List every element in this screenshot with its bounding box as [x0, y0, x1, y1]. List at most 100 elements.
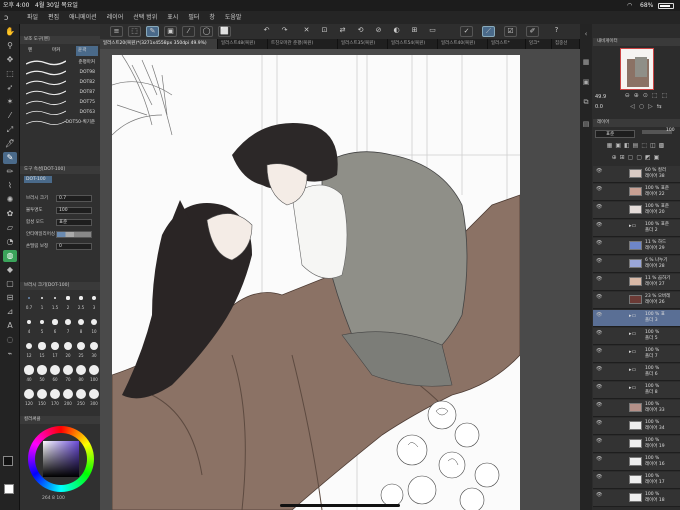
subtool-tab[interactable]: 마커	[52, 46, 74, 56]
rotation-value[interactable]: 0.0	[595, 104, 603, 110]
visibility-icon[interactable]: 👁	[596, 456, 602, 462]
material-icon[interactable]: ▦	[580, 56, 592, 68]
stroke-icon[interactable]: ⟋	[482, 26, 495, 37]
ruler-tool-icon[interactable]: ⊿	[3, 306, 17, 318]
layer-row[interactable]: 👁 ▸▭ 100 % 폴더 5	[593, 328, 680, 345]
visibility-icon[interactable]: 👁	[596, 330, 602, 336]
layer-row[interactable]: 👁 ▸▭ 100 % 폴더 7	[593, 346, 680, 363]
navigator-icon[interactable]: ▣	[580, 76, 592, 88]
brush-item[interactable]: DOT98	[22, 68, 98, 77]
checkmark-icon[interactable]: ✓	[460, 26, 473, 37]
visibility-icon[interactable]: 👁	[596, 492, 602, 498]
brush-item[interactable]: DOT50-획기준	[22, 118, 98, 127]
menu-item[interactable]: 편집	[48, 14, 59, 21]
tab-document[interactable]: 잉크*	[526, 39, 552, 49]
brush-size-dot[interactable]	[24, 389, 34, 399]
menu-item[interactable]: 창	[209, 14, 215, 21]
layer-row[interactable]: 👁 60 % 컬러 레이어 38	[593, 166, 680, 183]
visibility-icon[interactable]: 👁	[596, 258, 602, 264]
property-value[interactable]: 100	[56, 207, 92, 214]
brush-size-dot[interactable]	[89, 365, 99, 375]
layer-row[interactable]: 👁 100 % 표준 레이어 22	[593, 184, 680, 201]
subtool-tab[interactable]: 펜	[28, 46, 50, 56]
visibility-icon[interactable]: 👁	[596, 384, 602, 390]
brush-size-dot[interactable]	[26, 319, 32, 325]
layer-row[interactable]: 👁 11 % 하드 레이어 29	[593, 238, 680, 255]
airbrush-icon[interactable]: ✺	[3, 194, 17, 206]
menu-item[interactable]: 애니메이션	[69, 14, 97, 21]
brush-size-dot[interactable]	[24, 365, 34, 375]
balloon-icon[interactable]: ◌	[3, 334, 17, 346]
lasso-icon[interactable]: ◯	[200, 26, 213, 37]
gradient-icon[interactable]: ◆	[3, 264, 17, 276]
visibility-icon[interactable]: 👁	[596, 402, 602, 408]
brush-size-dot[interactable]	[25, 342, 33, 350]
brush-size-dot[interactable]	[52, 319, 58, 325]
pen-icon[interactable]: ✎	[3, 152, 17, 164]
brush-item[interactable]: DOT87	[22, 88, 98, 97]
tab-document[interactable]: 트친오마관 준평(복원)	[268, 39, 338, 49]
visibility-icon[interactable]: 👁	[596, 186, 602, 192]
brush-item[interactable]: 준평마커	[22, 58, 98, 67]
blend-icon[interactable]: ◔	[3, 236, 17, 248]
deselect-icon[interactable]: ⊘	[372, 26, 385, 37]
color-wheel[interactable]	[28, 426, 94, 492]
brush-size-dot[interactable]	[66, 296, 70, 300]
layer-row[interactable]: 👁 ▸▭ 100 % 폴더 8	[593, 382, 680, 399]
layer-row[interactable]: 👁 100 % 레이어 34	[593, 418, 680, 435]
canvas-area[interactable]	[100, 49, 580, 510]
main-color-swatch[interactable]	[3, 456, 13, 466]
brush-size-dot[interactable]	[53, 296, 57, 300]
figure-icon[interactable]: ▢	[3, 278, 17, 290]
visibility-icon[interactable]: 👁	[596, 312, 602, 318]
visibility-icon[interactable]: 👁	[596, 348, 602, 354]
move-icon[interactable]: ✥	[3, 54, 17, 66]
tab-document[interactable]: 일러스트48(복원)	[218, 39, 268, 49]
brush-size-dot[interactable]	[78, 319, 84, 325]
visibility-icon[interactable]: 👁	[596, 240, 602, 246]
property-value[interactable]: 0	[56, 243, 92, 250]
pencil-icon[interactable]: ✏	[3, 166, 17, 178]
brush-size-dot[interactable]	[65, 319, 71, 325]
layer-row[interactable]: 👁 ▸▭ 100 % 폴더 6	[593, 364, 680, 381]
eyedropper-icon[interactable]: ⁄	[182, 26, 195, 37]
tab-document[interactable]: 일러스트35(복원)	[338, 39, 388, 49]
visibility-icon[interactable]: 👁	[596, 294, 602, 300]
rotate-controls[interactable]: ◁○▷⇆	[618, 103, 678, 110]
menu-item[interactable]: 도움말	[225, 14, 242, 21]
layer-row[interactable]: 👁 23 % 오버레 레이어 26	[593, 292, 680, 309]
brush-size-dot[interactable]	[92, 296, 96, 300]
checkbox-icon[interactable]: ☑	[504, 26, 517, 37]
visibility-icon[interactable]: 👁	[596, 474, 602, 480]
fill-icon[interactable]: ▣	[164, 26, 177, 37]
magic-wand-icon[interactable]: ✶	[3, 96, 17, 108]
clear-icon[interactable]: ✕	[300, 26, 313, 37]
select-icon[interactable]: ⬜	[218, 26, 231, 37]
brush-size-dot[interactable]	[89, 341, 99, 351]
eyedrop-icon[interactable]: 🖊	[3, 138, 17, 150]
frame-icon[interactable]: ⊟	[3, 292, 17, 304]
rotate-icon[interactable]: ⟲	[354, 26, 367, 37]
brush-size-dot[interactable]	[50, 365, 60, 375]
tab-document[interactable]: 일러스트20(복원)*(3271x4558px 350dpi 49.9%)	[100, 39, 218, 49]
layer-row[interactable]: 👁 100 % 레이어 19	[593, 436, 680, 453]
layer-toolbar[interactable]: ▦▣◧▤⬚◫▩	[594, 142, 680, 149]
zoom-controls[interactable]: ⊖⊕⊙⬚⬚	[618, 92, 678, 99]
brush-size-dot[interactable]	[64, 342, 72, 350]
app-logo-icon[interactable]: ↄ	[4, 11, 8, 24]
subtool-tab[interactable]: 윤곽	[76, 46, 98, 56]
correct-line-icon[interactable]: ⌁	[3, 348, 17, 360]
menu-item[interactable]: 선택 범위	[133, 14, 157, 21]
tab-document[interactable]: 집중선	[552, 39, 580, 49]
brush-size-dot[interactable]	[40, 296, 44, 300]
blend-mode-select[interactable]: 표준	[595, 130, 635, 138]
brush-size-dot[interactable]	[63, 389, 73, 399]
undo-icon[interactable]: ↶	[260, 26, 273, 37]
redo-icon[interactable]: ↷	[278, 26, 291, 37]
visibility-icon[interactable]: 👁	[596, 204, 602, 210]
brush-size-dot[interactable]	[51, 342, 59, 350]
brush-size-dot[interactable]	[76, 365, 86, 375]
visibility-icon[interactable]: 👁	[596, 168, 602, 174]
menu-item[interactable]: 필터	[188, 14, 199, 21]
layer-row[interactable]: 👁 ▸▭ 100 % 표준 폴더 2	[593, 220, 680, 237]
